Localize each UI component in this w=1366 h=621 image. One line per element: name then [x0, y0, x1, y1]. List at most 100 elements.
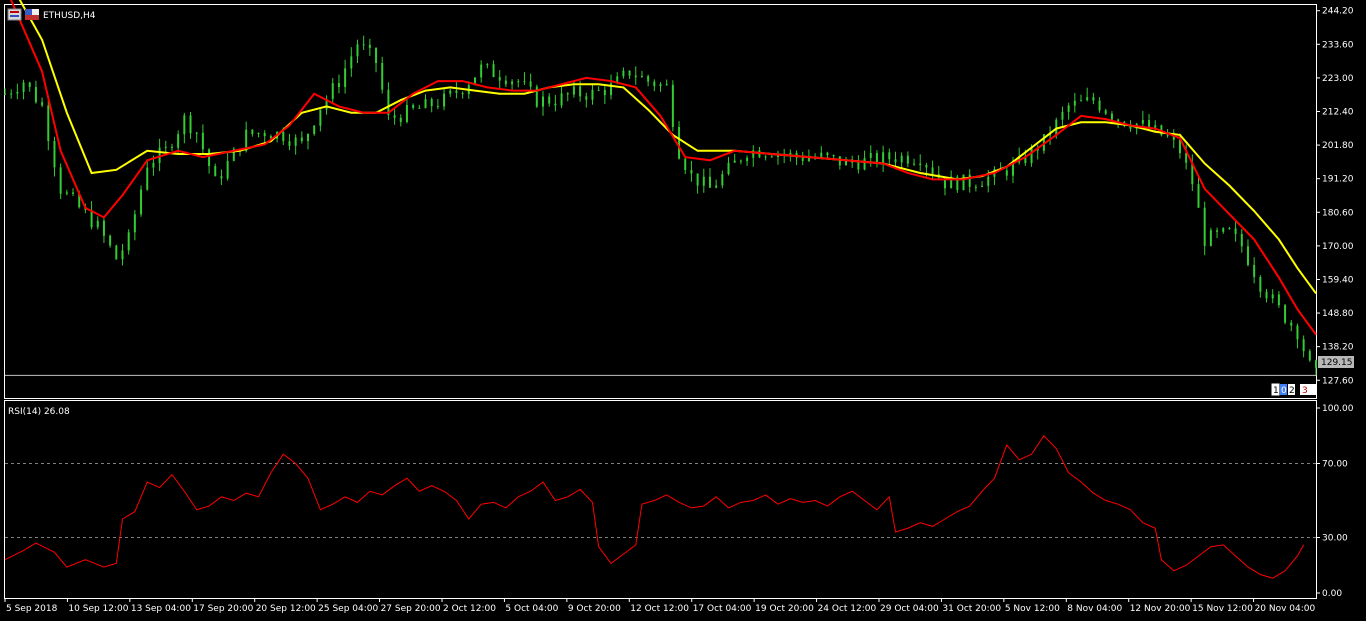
candle-body: [659, 84, 662, 87]
time-tick-label: 9 Oct 20:00: [568, 604, 621, 614]
candle-body: [405, 104, 408, 122]
time-tick-label: 8 Nov 04:00: [1067, 604, 1122, 614]
candle-body: [801, 157, 804, 162]
candle-body: [1005, 170, 1008, 176]
candle-body: [498, 76, 501, 81]
price-tick-label: 148.80: [1322, 309, 1354, 319]
candle-body: [900, 155, 903, 163]
time-tick-label: 20 Nov 04:00: [1255, 604, 1316, 614]
candle-body: [102, 220, 105, 236]
candle-body: [764, 156, 767, 158]
candle-body: [375, 47, 378, 63]
candle-body: [455, 90, 458, 93]
candle-body: [566, 93, 569, 95]
candle-body: [28, 82, 31, 88]
candle-body: [826, 152, 829, 156]
price-tick-label: 138.20: [1322, 343, 1354, 353]
candle-body: [381, 62, 384, 90]
candle-body: [647, 76, 650, 82]
candle-body: [894, 159, 897, 163]
candle-body: [820, 152, 823, 158]
candle-body: [746, 157, 749, 162]
candle-body: [41, 102, 44, 106]
flag-icon: [25, 9, 39, 20]
candle-body: [511, 81, 514, 85]
candle-body: [1265, 291, 1268, 299]
time-axis: 5 Sep 2018 10 Sep 12:00 13 Sep 04:00 17 Sep…: [4, 598, 1316, 614]
candle-body: [461, 92, 464, 94]
candle-body: [702, 176, 705, 186]
svg-text:1: 1: [1273, 386, 1279, 396]
chart-window-icon: [7, 8, 22, 21]
price-tick-label: 180.60: [1322, 208, 1354, 218]
candle-body: [832, 155, 835, 157]
svg-text:0: 0: [1281, 386, 1287, 396]
candle-body: [1296, 325, 1299, 340]
candle-body: [393, 115, 396, 118]
chart-area[interactable]: 244.20 233.60 223.00 212.40 201.80 191.20 180.…: [0, 0, 1366, 621]
candle-body: [1240, 234, 1243, 247]
candle-body: [962, 174, 965, 191]
candle-body: [1277, 294, 1280, 306]
candle-body: [1228, 228, 1231, 230]
candle-body: [226, 160, 229, 179]
candle-body: [399, 117, 402, 122]
candle-body: [733, 160, 736, 163]
candle-body: [913, 163, 916, 165]
candle-body: [300, 137, 303, 142]
candle-body: [430, 99, 433, 107]
symbol-header[interactable]: ETHUSD,H4: [7, 8, 96, 21]
candle-body: [164, 146, 167, 148]
candle-body: [1302, 339, 1305, 352]
candle-body: [1166, 135, 1169, 137]
candle-body: [696, 173, 699, 186]
candle-body: [640, 76, 643, 78]
time-tick-label: 17 Sep 20:00: [193, 604, 253, 614]
candle-body: [504, 80, 507, 85]
candle-body: [189, 115, 192, 134]
candle-body: [517, 81, 520, 83]
candle-body: [201, 132, 204, 150]
price-tick-label: 170.00: [1322, 242, 1354, 252]
candle-body: [4, 93, 6, 95]
time-tick-label: 12 Oct 12:00: [630, 604, 689, 614]
candle-body: [368, 44, 371, 48]
candle-body: [882, 152, 885, 164]
candle-body: [1246, 246, 1249, 265]
candle-body: [739, 160, 742, 162]
candle-body: [634, 75, 637, 78]
candle-body: [183, 115, 186, 135]
candle-body: [1308, 351, 1311, 361]
candle-body: [981, 185, 984, 187]
candle-body: [356, 44, 359, 57]
candle-body: [869, 152, 872, 158]
price-tick-label: 233.60: [1322, 40, 1354, 50]
candle-body: [109, 235, 112, 246]
candle-body: [554, 103, 557, 106]
candle-body: [480, 64, 483, 78]
candle-body: [906, 155, 909, 164]
rsi-panel[interactable]: 100.00 70.00 30.00 0.00 RSI(14) 26.08: [4, 400, 1354, 600]
candle-body: [53, 141, 56, 168]
candle-body: [1209, 230, 1212, 246]
time-tick-label: 2 Oct 12:00: [443, 604, 496, 614]
candle-body: [653, 81, 656, 87]
candle-body: [319, 109, 322, 126]
price-tick-label: 201.80: [1322, 141, 1354, 151]
price-tick-label: 223.00: [1322, 74, 1354, 84]
candle-body: [313, 125, 316, 135]
candle-body: [1253, 264, 1256, 278]
time-tick-label: 10 Sep 12:00: [68, 604, 128, 614]
candle-body: [1234, 228, 1237, 235]
candle-body: [1284, 305, 1287, 323]
candle-body: [807, 157, 810, 162]
price-panel[interactable]: 244.20 233.60 223.00 212.40 201.80 191.20 180.…: [4, 0, 1354, 399]
candle-body: [665, 84, 668, 86]
candle-body: [560, 93, 563, 106]
candle-body: [968, 174, 971, 187]
candle-body: [591, 89, 594, 100]
rsi-tick-label: 30.00: [1322, 534, 1348, 544]
price-tick-label: 127.60: [1322, 376, 1354, 386]
time-tick-label: 24 Oct 12:00: [818, 604, 877, 614]
candle-body: [715, 185, 718, 188]
